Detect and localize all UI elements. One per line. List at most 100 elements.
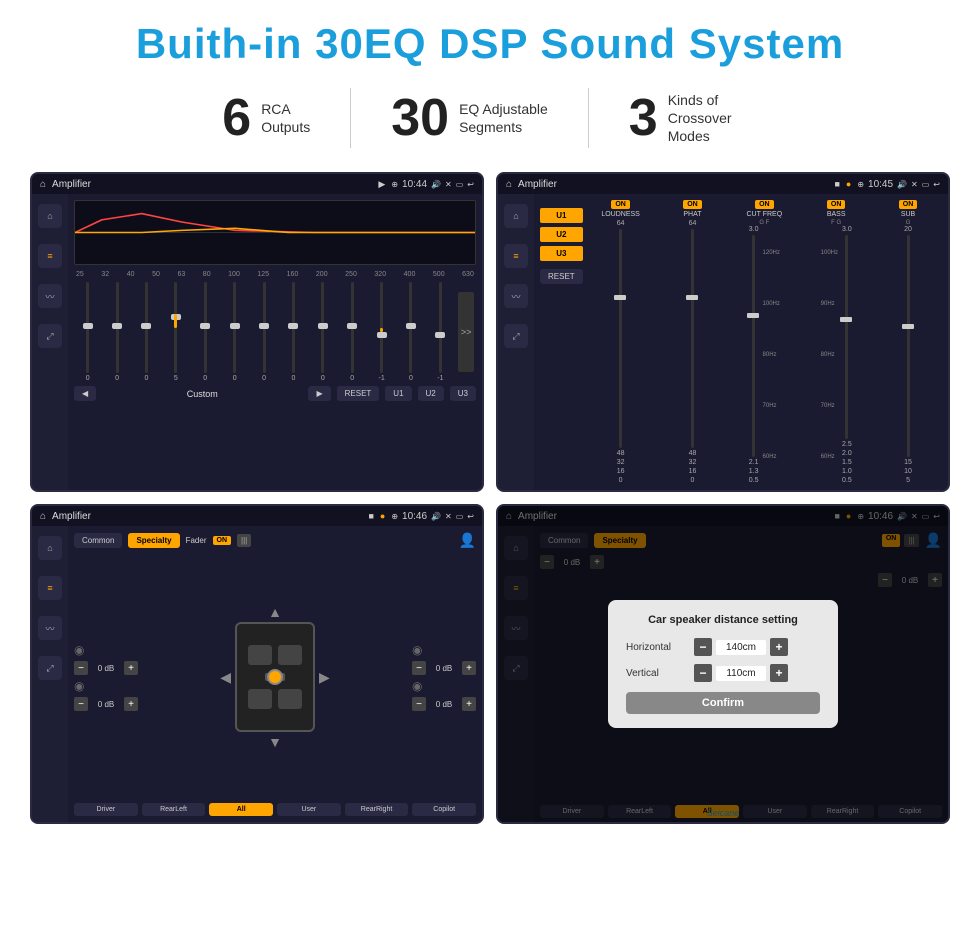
amp-u1-button[interactable]: U1 — [540, 208, 583, 223]
fader-br-plus[interactable]: + — [462, 697, 476, 711]
amp-sidebar-expand[interactable]: ⤢ — [504, 324, 528, 348]
amp-loudness-channel: ON LOUDNESS 64 48 32 16 — [587, 200, 655, 484]
eq-slider-6[interactable]: 0 — [252, 282, 275, 382]
amp-loudness-slider[interactable]: 64 48 32 16 0 — [617, 220, 625, 484]
amp-cutfreq-slider-g[interactable]: 3.0 2.1 1.3 0.5 — [749, 226, 759, 484]
eq-slider-7[interactable]: 0 — [282, 282, 305, 382]
fader-on-badge[interactable]: ON — [213, 536, 232, 545]
fader-driver-button[interactable]: Driver — [74, 803, 138, 816]
amp-home-icon[interactable]: ⌂ — [506, 179, 512, 190]
amp-reset-button[interactable]: RESET — [540, 269, 583, 284]
amp-sub-slider[interactable]: 20 15 10 5 — [904, 226, 912, 484]
fader-status-bar: ⌂ Amplifier ■ ● ⊕ 10:46 🔊 ✕ ▭ ↩ — [32, 506, 482, 526]
dialog-title: Car speaker distance setting — [626, 614, 820, 626]
eq-sidebar-expand[interactable]: ⤢ — [38, 324, 62, 348]
eq-slider-8[interactable]: 0 — [311, 282, 334, 382]
eq-slider-12[interactable]: -1 — [429, 282, 452, 382]
fader-dot-icon: ● — [380, 511, 385, 521]
amp-sidebar-wave[interactable]: 〰 — [504, 284, 528, 308]
dialog-horizontal-minus[interactable]: − — [694, 638, 712, 656]
eq-u2-button[interactable]: U2 — [418, 386, 444, 401]
amp-loudness-on[interactable]: ON — [611, 200, 630, 209]
freq-160: 160 — [287, 271, 299, 278]
fader-bl-db: − 0 dB + — [74, 697, 138, 711]
fader-back-icon[interactable]: ↩ — [467, 512, 474, 521]
stats-row: 6 RCAOutputs 30 EQ AdjustableSegments 3 … — [30, 88, 950, 148]
fader-tr-plus[interactable]: + — [462, 661, 476, 675]
freq-400: 400 — [404, 271, 416, 278]
eq-slider-5[interactable]: 0 — [223, 282, 246, 382]
eq-slider-0[interactable]: 0 — [76, 282, 99, 382]
amp-phat-slider[interactable]: 64 48 32 16 0 — [689, 220, 697, 484]
eq-u3-button[interactable]: U3 — [450, 386, 476, 401]
eq-slider-2[interactable]: 0 — [135, 282, 158, 382]
eq-freq-labels: 25 32 40 50 63 80 100 125 160 200 250 32… — [74, 271, 476, 278]
amp-sidebar-home[interactable]: ⌂ — [504, 204, 528, 228]
fader-common-tab[interactable]: Common — [74, 533, 122, 548]
fader-user-button[interactable]: User — [277, 803, 341, 816]
front-left-seat — [248, 645, 272, 665]
fader-tl-minus[interactable]: − — [74, 661, 88, 675]
fader-tr-minus[interactable]: − — [412, 661, 426, 675]
amp-sidebar-eq[interactable]: ≡ — [504, 244, 528, 268]
fader-center-dot[interactable] — [267, 669, 283, 685]
eq-slider-3[interactable]: 5 — [164, 282, 187, 382]
amp-phat-on[interactable]: ON — [683, 200, 702, 209]
dialog-vertical-minus[interactable]: − — [694, 664, 712, 682]
fader-copilot-button[interactable]: Copilot — [412, 803, 476, 816]
dialog-vertical-label: Vertical — [626, 668, 686, 679]
eq-next-button[interactable]: ▶ — [308, 386, 330, 401]
fader-bl-minus[interactable]: − — [74, 697, 88, 711]
eq-reset-button[interactable]: RESET — [337, 386, 380, 401]
eq-slider-1[interactable]: 0 — [105, 282, 128, 382]
amp-back-icon[interactable]: ↩ — [933, 180, 940, 189]
fader-sidebar-eq[interactable]: ≡ — [38, 576, 62, 600]
fader-sidebar-expand[interactable]: ⤢ — [38, 656, 62, 680]
fader-bl-plus[interactable]: + — [124, 697, 138, 711]
eq-sidebar-wave[interactable]: 〰 — [38, 284, 62, 308]
amp-cutfreq-on[interactable]: ON — [755, 200, 774, 209]
rear-right-seat — [278, 689, 302, 709]
eq-slider-9[interactable]: 0 — [341, 282, 364, 382]
amp-main-area: U1 U2 U3 RESET ON LOUDNESS — [534, 194, 948, 490]
fader-tl-val: 0 dB — [92, 664, 120, 673]
fader-sidebar-home[interactable]: ⌂ — [38, 536, 62, 560]
eq-slider-11[interactable]: 0 — [399, 282, 422, 382]
stat-crossover-label: Kinds ofCrossover Modes — [668, 91, 758, 146]
dialog-confirm-button[interactable]: Confirm — [626, 692, 820, 714]
amp-bass-slider[interactable]: 3.0 2.5 2.0 1.5 1.0 0.5 — [842, 226, 852, 484]
eq-more-button[interactable]: >> — [458, 292, 474, 372]
fader-br-minus[interactable]: − — [412, 697, 426, 711]
eq-sliders: 0 0 0 5 — [74, 282, 476, 382]
eq-speaker-icon: 🔊 — [431, 180, 441, 189]
amp-sub-on[interactable]: ON — [899, 200, 918, 209]
fader-rearleft-button[interactable]: RearLeft — [142, 803, 206, 816]
eq-prev-button[interactable]: ◀ — [74, 386, 96, 401]
freq-32: 32 — [101, 271, 109, 278]
fader-all-button[interactable]: All — [209, 803, 273, 816]
eq-slider-4[interactable]: 0 — [194, 282, 217, 382]
eq-u1-button[interactable]: U1 — [385, 386, 411, 401]
fader-home-icon[interactable]: ⌂ — [40, 511, 46, 522]
eq-back-icon[interactable]: ↩ — [467, 180, 474, 189]
dialog-horizontal-plus[interactable]: + — [770, 638, 788, 656]
fader-rearright-button[interactable]: RearRight — [345, 803, 409, 816]
amp-status-icons: ⊕ 10:45 🔊 ✕ ▭ ↩ — [857, 179, 940, 190]
eq-sidebar-eq[interactable]: ≡ — [38, 244, 62, 268]
stat-crossover-number: 3 — [629, 92, 658, 144]
fader-app-name: Amplifier — [52, 511, 362, 522]
eq-slider-10[interactable]: -1 — [370, 282, 393, 382]
fader-tl-plus[interactable]: + — [124, 661, 138, 675]
fader-window-icon: ▭ — [456, 512, 464, 521]
amp-cutfreq-channel: ON CUT FREQ G F 3.0 2.1 — [730, 200, 798, 484]
fader-sidebar-wave[interactable]: 〰 — [38, 616, 62, 640]
amp-u2-button[interactable]: U2 — [540, 227, 583, 242]
fader-specialty-tab[interactable]: Specialty — [128, 533, 179, 548]
amp-bass-on[interactable]: ON — [827, 200, 846, 209]
amp-u3-button[interactable]: U3 — [540, 246, 583, 261]
dialog-vertical-plus[interactable]: + — [770, 664, 788, 682]
distance-dialog: Car speaker distance setting Horizontal … — [608, 600, 838, 728]
eq-home-icon[interactable]: ⌂ — [40, 179, 46, 190]
eq-sidebar-home[interactable]: ⌂ — [38, 204, 62, 228]
dialog-overlay: Car speaker distance setting Horizontal … — [498, 506, 948, 822]
